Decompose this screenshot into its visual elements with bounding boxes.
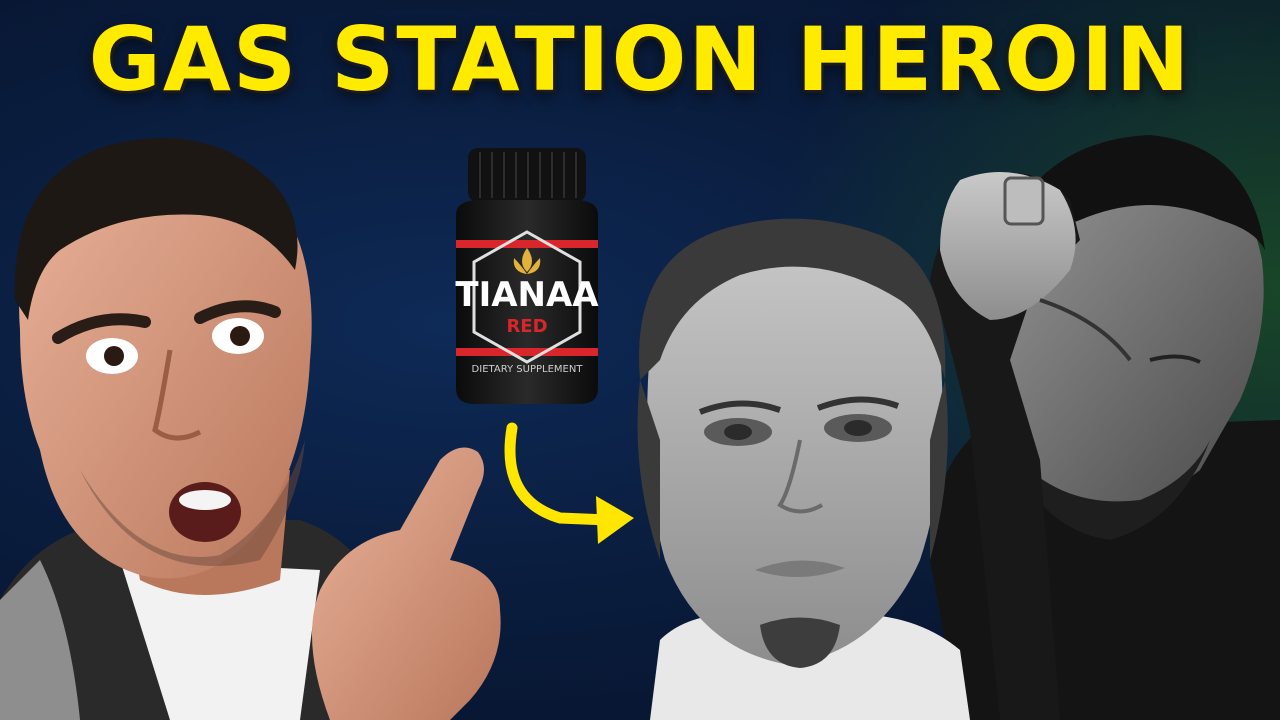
thumbnail-canvas: TIANAA RED DIETARY SUPPLEMENT GAS STATIO… [0,0,1280,720]
pointing-finger [312,447,501,720]
shocked-host-figure [0,138,501,720]
curved-arrow-icon [504,422,634,544]
bottle-label: DIETARY SUPPLEMENT [472,364,584,375]
bottle-brand: TIANAA [455,275,599,315]
headline: GAS STATION HEROIN [88,8,1192,111]
stressed-man-figure [930,135,1280,720]
gaunt-man-figure [637,218,970,720]
bottle-variant: RED [506,316,547,337]
supplement-bottle: TIANAA RED DIETARY SUPPLEMENT [455,148,599,404]
